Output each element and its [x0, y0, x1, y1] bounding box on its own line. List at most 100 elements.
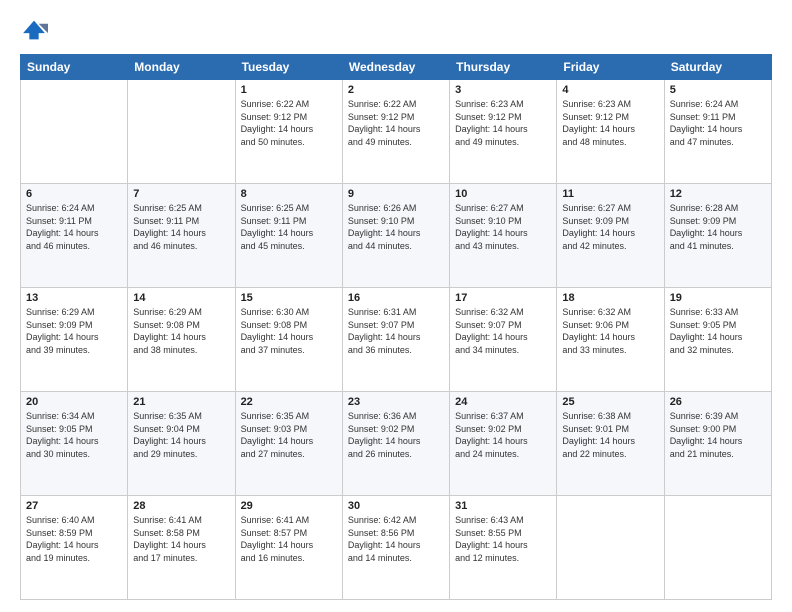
day-number: 21: [133, 396, 229, 408]
calendar-cell: 22 Sunrise: 6:35 AM Sunset: 9:03 PM Dayli…: [235, 392, 342, 496]
calendar-cell: [557, 496, 664, 600]
day-number: 13: [26, 292, 122, 304]
day-info: Sunrise: 6:25 AM Sunset: 9:11 PM Dayligh…: [133, 202, 229, 252]
day-info: Sunrise: 6:35 AM Sunset: 9:04 PM Dayligh…: [133, 410, 229, 460]
calendar-cell: 10Sunrise: 6:27 AM Sunset: 9:10 PM Dayli…: [450, 184, 557, 288]
day-number: 2: [348, 84, 444, 96]
day-info: Sunrise: 6:29 AM Sunset: 9:08 PM Dayligh…: [133, 306, 229, 356]
calendar-cell: [21, 80, 128, 184]
day-info: Sunrise: 6:34 AM Sunset: 9:05 PM Dayligh…: [26, 410, 122, 460]
day-info: Sunrise: 6:35 AM Sunset: 9:03 PM Dayligh…: [241, 410, 337, 460]
day-info: Sunrise: 6:24 AM Sunset: 9:11 PM Dayligh…: [670, 98, 766, 148]
calendar-week-3: 13 Sunrise: 6:29 AM Sunset: 9:09 PM Dayli…: [21, 288, 772, 392]
calendar-cell: 30Sunrise: 6:42 AM Sunset: 8:56 PM Dayli…: [342, 496, 449, 600]
calendar-cell: 31 Sunrise: 6:43 AM Sunset: 8:55 PM Dayli…: [450, 496, 557, 600]
calendar-cell: 4 Sunrise: 6:23 AM Sunset: 9:12 PM Daylig…: [557, 80, 664, 184]
day-info: Sunrise: 6:25 AM Sunset: 9:11 PM Dayligh…: [241, 202, 337, 252]
calendar-cell: 23 Sunrise: 6:36 AM Sunset: 9:02 PM Dayli…: [342, 392, 449, 496]
calendar-cell: 20 Sunrise: 6:34 AM Sunset: 9:05 PM Dayli…: [21, 392, 128, 496]
day-info: Sunrise: 6:39 AM Sunset: 9:00 PM Dayligh…: [670, 410, 766, 460]
day-number: 3: [455, 84, 551, 96]
day-number: 8: [241, 188, 337, 200]
day-info: Sunrise: 6:38 AM Sunset: 9:01 PM Dayligh…: [562, 410, 658, 460]
logo: [20, 16, 52, 44]
calendar-cell: 28 Sunrise: 6:41 AM Sunset: 8:58 PM Dayli…: [128, 496, 235, 600]
day-info: Sunrise: 6:43 AM Sunset: 8:55 PM Dayligh…: [455, 514, 551, 564]
calendar-cell: 24 Sunrise: 6:37 AM Sunset: 9:02 PM Dayli…: [450, 392, 557, 496]
calendar-cell: 16Sunrise: 6:31 AM Sunset: 9:07 PM Dayli…: [342, 288, 449, 392]
day-number: 1: [241, 84, 337, 96]
calendar-week-4: 20 Sunrise: 6:34 AM Sunset: 9:05 PM Dayli…: [21, 392, 772, 496]
day-number: 5: [670, 84, 766, 96]
calendar-cell: 27 Sunrise: 6:40 AM Sunset: 8:59 PM Dayli…: [21, 496, 128, 600]
day-info: Sunrise: 6:28 AM Sunset: 9:09 PM Dayligh…: [670, 202, 766, 252]
day-info: Sunrise: 6:37 AM Sunset: 9:02 PM Dayligh…: [455, 410, 551, 460]
col-header-monday: Monday: [128, 55, 235, 80]
day-info: Sunrise: 6:23 AM Sunset: 9:12 PM Dayligh…: [455, 98, 551, 148]
page: SundayMondayTuesdayWednesdayThursdayFrid…: [0, 0, 792, 612]
col-header-thursday: Thursday: [450, 55, 557, 80]
day-number: 26: [670, 396, 766, 408]
day-number: 31: [455, 500, 551, 512]
calendar-week-1: 1 Sunrise: 6:22 AM Sunset: 9:12 PM Daylig…: [21, 80, 772, 184]
day-info: Sunrise: 6:30 AM Sunset: 9:08 PM Dayligh…: [241, 306, 337, 356]
day-info: Sunrise: 6:36 AM Sunset: 9:02 PM Dayligh…: [348, 410, 444, 460]
calendar-week-2: 6 Sunrise: 6:24 AM Sunset: 9:11 PM Daylig…: [21, 184, 772, 288]
day-number: 30: [348, 500, 444, 512]
calendar-cell: 11 Sunrise: 6:27 AM Sunset: 9:09 PM Dayli…: [557, 184, 664, 288]
day-number: 28: [133, 500, 229, 512]
calendar-cell: 29 Sunrise: 6:41 AM Sunset: 8:57 PM Dayli…: [235, 496, 342, 600]
day-info: Sunrise: 6:32 AM Sunset: 9:06 PM Dayligh…: [562, 306, 658, 356]
col-header-wednesday: Wednesday: [342, 55, 449, 80]
day-info: Sunrise: 6:31 AM Sunset: 9:07 PM Dayligh…: [348, 306, 444, 356]
calendar-week-5: 27 Sunrise: 6:40 AM Sunset: 8:59 PM Dayli…: [21, 496, 772, 600]
calendar-cell: 19Sunrise: 6:33 AM Sunset: 9:05 PM Dayli…: [664, 288, 771, 392]
col-header-tuesday: Tuesday: [235, 55, 342, 80]
header: [20, 16, 772, 44]
calendar-cell: 8 Sunrise: 6:25 AM Sunset: 9:11 PM Daylig…: [235, 184, 342, 288]
calendar-cell: 6 Sunrise: 6:24 AM Sunset: 9:11 PM Daylig…: [21, 184, 128, 288]
day-info: Sunrise: 6:22 AM Sunset: 9:12 PM Dayligh…: [348, 98, 444, 148]
day-info: Sunrise: 6:29 AM Sunset: 9:09 PM Dayligh…: [26, 306, 122, 356]
col-header-sunday: Sunday: [21, 55, 128, 80]
calendar-cell: 9Sunrise: 6:26 AM Sunset: 9:10 PM Daylig…: [342, 184, 449, 288]
day-number: 25: [562, 396, 658, 408]
day-number: 27: [26, 500, 122, 512]
day-number: 29: [241, 500, 337, 512]
calendar-cell: 25 Sunrise: 6:38 AM Sunset: 9:01 PM Dayli…: [557, 392, 664, 496]
col-header-saturday: Saturday: [664, 55, 771, 80]
day-number: 7: [133, 188, 229, 200]
calendar-header-row: SundayMondayTuesdayWednesdayThursdayFrid…: [21, 55, 772, 80]
day-number: 23: [348, 396, 444, 408]
logo-icon: [20, 16, 48, 44]
calendar-cell: [664, 496, 771, 600]
calendar-cell: 17Sunrise: 6:32 AM Sunset: 9:07 PM Dayli…: [450, 288, 557, 392]
calendar-cell: 14 Sunrise: 6:29 AM Sunset: 9:08 PM Dayli…: [128, 288, 235, 392]
day-number: 22: [241, 396, 337, 408]
day-number: 24: [455, 396, 551, 408]
calendar-cell: 1Sunrise: 6:22 AM Sunset: 9:12 PM Daylig…: [235, 80, 342, 184]
day-info: Sunrise: 6:23 AM Sunset: 9:12 PM Dayligh…: [562, 98, 658, 148]
day-info: Sunrise: 6:24 AM Sunset: 9:11 PM Dayligh…: [26, 202, 122, 252]
day-info: Sunrise: 6:27 AM Sunset: 9:09 PM Dayligh…: [562, 202, 658, 252]
day-number: 17: [455, 292, 551, 304]
calendar-cell: 7 Sunrise: 6:25 AM Sunset: 9:11 PM Daylig…: [128, 184, 235, 288]
calendar-cell: 3 Sunrise: 6:23 AM Sunset: 9:12 PM Daylig…: [450, 80, 557, 184]
day-number: 14: [133, 292, 229, 304]
day-number: 9: [348, 188, 444, 200]
col-header-friday: Friday: [557, 55, 664, 80]
day-info: Sunrise: 6:41 AM Sunset: 8:57 PM Dayligh…: [241, 514, 337, 564]
day-number: 15: [241, 292, 337, 304]
day-info: Sunrise: 6:41 AM Sunset: 8:58 PM Dayligh…: [133, 514, 229, 564]
calendar-cell: 5 Sunrise: 6:24 AM Sunset: 9:11 PM Daylig…: [664, 80, 771, 184]
calendar-cell: 15 Sunrise: 6:30 AM Sunset: 9:08 PM Dayli…: [235, 288, 342, 392]
day-number: 18: [562, 292, 658, 304]
day-number: 11: [562, 188, 658, 200]
day-number: 4: [562, 84, 658, 96]
day-number: 20: [26, 396, 122, 408]
calendar-cell: 13 Sunrise: 6:29 AM Sunset: 9:09 PM Dayli…: [21, 288, 128, 392]
calendar-table: SundayMondayTuesdayWednesdayThursdayFrid…: [20, 54, 772, 600]
day-number: 6: [26, 188, 122, 200]
day-info: Sunrise: 6:40 AM Sunset: 8:59 PM Dayligh…: [26, 514, 122, 564]
day-info: Sunrise: 6:27 AM Sunset: 9:10 PM Dayligh…: [455, 202, 551, 252]
